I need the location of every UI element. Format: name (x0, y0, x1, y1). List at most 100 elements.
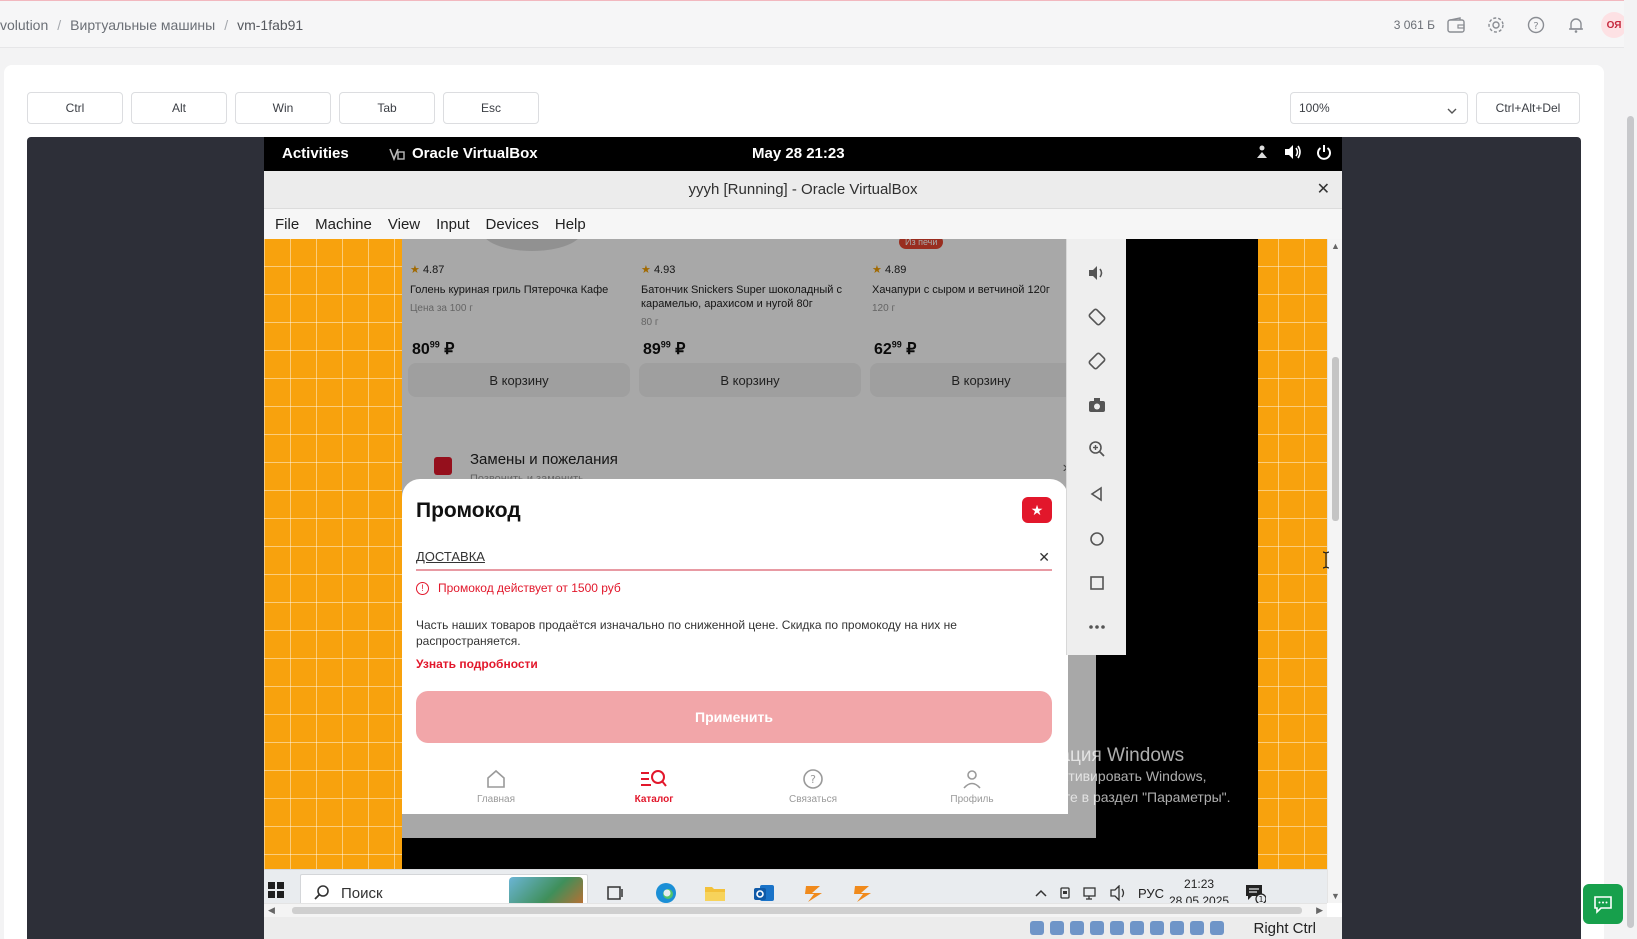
input-language[interactable]: РУС (1138, 886, 1164, 901)
tab-key-button[interactable]: Tab (339, 92, 435, 124)
vm-display[interactable]: ★ 4.87 Голень куриная гриль Пятерочка Ка… (264, 239, 1327, 869)
close-icon[interactable]: ✕ (1317, 171, 1330, 209)
promo-error-text: Промокод действует от 1500 руб (438, 581, 621, 595)
breadcrumb-vms[interactable]: Виртуальные машины (70, 17, 215, 33)
nav-contact[interactable]: ? Связаться (773, 767, 853, 805)
back-icon[interactable] (1085, 482, 1109, 506)
menu-devices[interactable]: Devices (486, 216, 539, 233)
vbox-vertical-scrollbar[interactable]: ▲ ▼ (1327, 239, 1342, 903)
svg-text:?: ? (1533, 21, 1538, 32)
overview-icon[interactable] (1085, 571, 1109, 595)
windows-activation-watermark: Активация Windows Чтобы активировать Win… (1009, 745, 1231, 808)
vbox-hscroll-thumb[interactable] (292, 907, 1302, 914)
error-icon: ! (416, 581, 429, 595)
support-chat-button[interactable] (1583, 884, 1623, 924)
menu-help[interactable]: Help (555, 216, 586, 233)
app-menu[interactable]: Oracle VirtualBox (388, 145, 538, 162)
home-icon (487, 769, 505, 788)
bottom-nav: Главная Каталог ? Связаться Профиль (402, 755, 1068, 814)
app-menu-label: Oracle VirtualBox (412, 145, 538, 162)
wallet-icon[interactable] (1441, 10, 1471, 40)
svg-text:?: ? (810, 773, 816, 786)
home-circle-icon[interactable] (1085, 527, 1109, 551)
scroll-left-arrow[interactable]: ◀ (268, 905, 275, 916)
storage-icon[interactable] (1030, 921, 1044, 935)
menu-machine[interactable]: Machine (315, 216, 372, 233)
breadcrumb-separator: / (224, 17, 229, 33)
optical-drive-icon[interactable] (1050, 921, 1064, 935)
vbox-scroll-thumb[interactable] (1332, 357, 1339, 521)
chevron-down-icon (1447, 104, 1457, 118)
promo-code-value: ДОСТАВКА (416, 549, 485, 564)
virtualbox-icon (389, 148, 405, 161)
nav-catalog[interactable]: Каталог (614, 767, 694, 805)
bell-icon[interactable] (1561, 10, 1591, 40)
breadcrumb-root[interactable]: volution (0, 17, 48, 33)
gnome-tray[interactable] (1240, 144, 1332, 160)
zoom-select[interactable]: 100% (1290, 92, 1468, 124)
ctrl-alt-del-button[interactable]: Ctrl+Alt+Del (1476, 92, 1580, 124)
mouse-integration-icon[interactable] (1210, 921, 1224, 935)
vbox-horizontal-scrollbar[interactable]: ◀ ▶ (264, 903, 1327, 917)
promo-sheet: Промокод ★ ДОСТАВКА ✕ ! Промокод действу… (402, 479, 1068, 814)
win-key-button[interactable]: Win (235, 92, 331, 124)
activation-title: Активация Windows (1009, 745, 1185, 766)
header-actions: 3 061 Б ? ОЯ (1394, 1, 1637, 49)
network-adapter-icon[interactable] (1090, 921, 1104, 935)
page-scrollbar-thumb[interactable] (1627, 116, 1634, 928)
scroll-right-arrow[interactable]: ▶ (1316, 905, 1323, 916)
network-icon[interactable] (1082, 885, 1100, 901)
usb-device-icon[interactable] (1058, 885, 1072, 901)
windows-start-icon[interactable] (268, 882, 284, 898)
menu-input[interactable]: Input (436, 216, 469, 233)
top-header: volution / Виртуальные машины / vm-1fab91 3 … (0, 0, 1637, 48)
vbox-menu-bar: File Machine View Input Devices Help (264, 209, 1342, 239)
ctrl-key-button[interactable]: Ctrl (27, 92, 123, 124)
apply-button[interactable]: Применить (416, 691, 1052, 743)
usb-icon[interactable] (1110, 921, 1124, 935)
volume-icon (1284, 144, 1302, 160)
shop-app[interactable]: ★ 4.87 Голень куриная гриль Пятерочка Ка… (402, 239, 1096, 838)
menu-file[interactable]: File (275, 216, 299, 233)
clear-icon[interactable]: ✕ (1038, 549, 1050, 566)
page-scrollbar[interactable] (1624, 0, 1637, 939)
zoom-icon[interactable] (1085, 437, 1109, 461)
speaker-icon[interactable] (1110, 885, 1128, 901)
cpu-icon[interactable] (1190, 921, 1204, 935)
vbox-window-title: yyyh [Running] - Oracle VirtualBox (688, 181, 918, 198)
scroll-up-arrow[interactable]: ▲ (1331, 241, 1340, 251)
esc-key-button[interactable]: Esc (443, 92, 539, 124)
vbox-title-bar[interactable]: yyyh [Running] - Oracle VirtualBox ✕ (264, 171, 1342, 209)
nav-home-label: Главная (476, 794, 516, 805)
recording-icon[interactable] (1170, 921, 1184, 935)
question-icon: ? (803, 769, 823, 789)
details-link[interactable]: Узнать подробности (416, 657, 538, 671)
menu-view[interactable]: View (388, 216, 420, 233)
activities-button[interactable]: Activities (282, 145, 349, 162)
camera-icon[interactable] (1085, 393, 1109, 417)
gear-icon[interactable] (1481, 10, 1511, 40)
more-icon[interactable] (1085, 615, 1109, 639)
text-cursor-icon (1322, 551, 1330, 574)
host-key-label: Right Ctrl (1253, 920, 1316, 937)
volume-icon[interactable] (1085, 261, 1109, 285)
help-icon[interactable]: ? (1521, 10, 1551, 40)
emulator-toolbar (1066, 239, 1126, 655)
display-icon[interactable] (1150, 921, 1164, 935)
taskbar-search-placeholder: Поиск (341, 885, 383, 902)
promo-code-input[interactable]: ДОСТАВКА ✕ (416, 549, 1052, 571)
promo-info-text: Часть наших товаров продаётся изначально… (416, 618, 957, 648)
nav-profile[interactable]: Профиль (932, 767, 1012, 805)
nav-home[interactable]: Главная (456, 767, 536, 805)
shared-folders-icon[interactable] (1130, 921, 1144, 935)
gnome-clock[interactable]: May 28 21:23 (752, 145, 845, 162)
scroll-down-arrow[interactable]: ▼ (1331, 891, 1340, 901)
alt-key-button[interactable]: Alt (131, 92, 227, 124)
chevron-up-icon[interactable] (1034, 888, 1048, 898)
guest-screen[interactable]: Activities Oracle VirtualBox May 28 21:2… (264, 137, 1342, 939)
audio-icon[interactable] (1070, 921, 1084, 935)
rotate-left-icon[interactable] (1085, 305, 1109, 329)
rotate-right-icon[interactable] (1085, 349, 1109, 373)
vbox-status-icons[interactable] (1030, 921, 1230, 935)
app-root: volution / Виртуальные машины / vm-1fab91 3 … (0, 0, 1637, 939)
